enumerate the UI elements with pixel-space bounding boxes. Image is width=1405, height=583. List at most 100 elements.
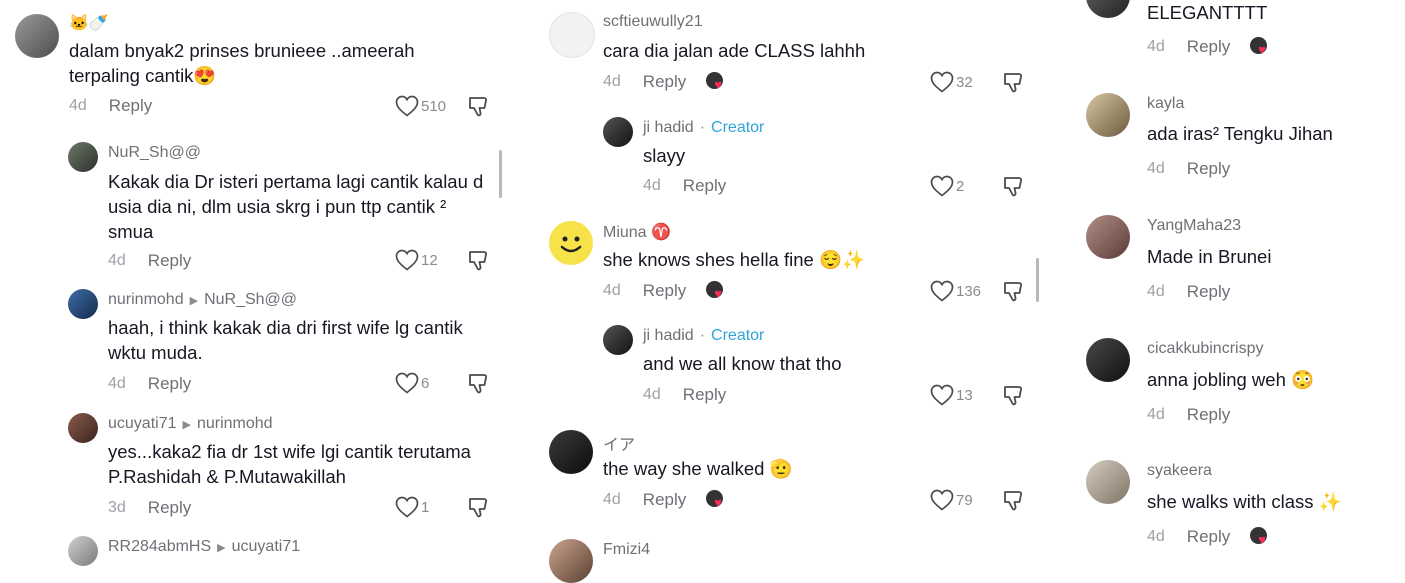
comment-meta: 4d Reply (1147, 282, 1230, 302)
avatar[interactable] (603, 325, 633, 355)
avatar[interactable] (549, 12, 595, 58)
comment-time: 4d (1147, 160, 1165, 177)
creator-liked-icon: ♥ (1250, 527, 1270, 547)
comment-username[interactable]: scftieuwully21 (603, 13, 703, 31)
reply-button[interactable]: Reply (643, 72, 686, 92)
avatar[interactable] (68, 289, 98, 319)
reply-button[interactable]: Reply (148, 251, 191, 271)
reply-button[interactable]: Reply (1187, 37, 1230, 57)
dislike-icon[interactable] (468, 373, 488, 395)
like-button[interactable]: 1 (395, 496, 429, 518)
like-button[interactable]: 13 (930, 384, 973, 406)
avatar[interactable] (549, 430, 593, 474)
username-link[interactable]: nurinmohd (108, 291, 184, 309)
avatar[interactable] (1086, 93, 1130, 137)
avatar[interactable] (1086, 460, 1130, 504)
reply-item: RR284abmHS ▶ ucuyati71 (0, 530, 500, 566)
comment-item: kayla ada iras² Tengku Jihan 4d Reply (1080, 82, 1405, 202)
avatar[interactable] (1086, 338, 1130, 382)
comment-username[interactable]: kayla (1147, 95, 1184, 113)
avatar[interactable] (68, 142, 98, 172)
like-count: 510 (421, 97, 447, 115)
like-button[interactable]: 6 (395, 372, 429, 394)
avatar[interactable] (68, 413, 98, 443)
dislike-icon[interactable] (1003, 281, 1023, 303)
comment-username[interactable]: syakeera (1147, 462, 1212, 480)
comment-time: 4d (108, 252, 126, 269)
comment-time: 4d (1147, 528, 1165, 545)
dislike-icon[interactable] (468, 250, 488, 272)
comment-time: 4d (1147, 406, 1165, 423)
separator-dot: · (699, 119, 706, 136)
reply-to-username[interactable]: ucuyati71 (232, 538, 301, 556)
like-button[interactable]: 32 (930, 71, 973, 93)
reply-button[interactable]: Reply (1187, 282, 1230, 302)
like-button[interactable]: 79 (930, 489, 973, 511)
avatar[interactable] (1086, 0, 1130, 18)
reply-to-username[interactable]: NuR_Sh@@ (204, 291, 297, 309)
comment-meta: 4d Reply (1147, 405, 1230, 425)
avatar[interactable] (68, 536, 98, 566)
comment-text: Made in Brunei (1147, 246, 1272, 267)
reply-to-username[interactable]: nurinmohd (197, 415, 273, 433)
dislike-icon[interactable] (468, 96, 488, 118)
heart-icon (395, 496, 419, 518)
comment-meta: 4d Reply (643, 385, 726, 405)
avatar[interactable] (549, 221, 593, 265)
comment-meta: 4d Reply (108, 251, 191, 271)
avatar[interactable] (1086, 215, 1130, 259)
reply-arrow-icon: ▶ (189, 294, 199, 307)
heart-icon (930, 71, 954, 93)
comment-username[interactable]: イア (603, 431, 635, 455)
reply-button[interactable]: Reply (1187, 527, 1230, 547)
reply-button[interactable]: Reply (683, 385, 726, 405)
reply-item: ji hadid · Creator slayy 4d Reply 2 (540, 110, 1040, 210)
comment-text: the way she walked 🫡 (603, 458, 793, 479)
comment-time: 4d (108, 375, 126, 392)
scrollbar[interactable] (1036, 258, 1039, 302)
reply-button[interactable]: Reply (109, 96, 152, 116)
reply-button[interactable]: Reply (1187, 405, 1230, 425)
avatar[interactable] (549, 539, 593, 583)
dislike-icon[interactable] (1003, 490, 1023, 512)
comment-meta: 4d Reply ♥ (1147, 37, 1270, 57)
comment-username[interactable]: 🐱🍼 (69, 13, 109, 33)
heart-icon (930, 280, 954, 302)
username-link[interactable]: ji hadid (643, 327, 694, 345)
comment-time: 4d (603, 491, 621, 508)
comment-text: anna jobling weh 😳 (1147, 369, 1315, 390)
like-button[interactable]: 2 (930, 175, 964, 197)
dislike-icon[interactable] (1003, 385, 1023, 407)
username-link[interactable]: ucuyati71 (108, 415, 177, 433)
dislike-icon[interactable] (1003, 176, 1023, 198)
comment-username[interactable]: NuR_Sh@@ (108, 144, 201, 162)
creator-liked-icon: ♥ (706, 281, 726, 301)
like-button[interactable]: 12 (395, 249, 438, 271)
reply-button[interactable]: Reply (683, 176, 726, 196)
username-link[interactable]: RR284abmHS (108, 538, 211, 556)
reply-button[interactable]: Reply (1187, 159, 1230, 179)
comment-username[interactable]: cicakkubincrispy (1147, 340, 1263, 358)
like-button[interactable]: 510 (395, 95, 446, 117)
like-button[interactable]: 136 (930, 280, 981, 302)
scrollbar[interactable] (499, 150, 502, 198)
comment-username[interactable]: Fmizi4 (603, 541, 650, 559)
reply-button[interactable]: Reply (643, 281, 686, 301)
avatar[interactable] (603, 117, 633, 147)
username-link[interactable]: ji hadid (643, 119, 694, 137)
dislike-icon[interactable] (1003, 72, 1023, 94)
comment-text: dalam bnyak2 prinses brunieee ..ameerah … (69, 40, 415, 86)
heart-icon (930, 489, 954, 511)
heart-icon (395, 249, 419, 271)
comment-text: ELEGANTTTT (1147, 2, 1268, 23)
avatar[interactable] (15, 14, 59, 58)
comment-meta: 4d Reply (108, 374, 191, 394)
creator-liked-icon: ♥ (706, 72, 726, 92)
reply-button[interactable]: Reply (148, 374, 191, 394)
reply-button[interactable]: Reply (148, 498, 191, 518)
comment-username[interactable]: Miuna ♈ (603, 222, 671, 242)
dislike-icon[interactable] (468, 497, 488, 519)
reply-button[interactable]: Reply (643, 490, 686, 510)
comment-username[interactable]: YangMaha23 (1147, 217, 1241, 235)
comment-time: 4d (603, 282, 621, 299)
